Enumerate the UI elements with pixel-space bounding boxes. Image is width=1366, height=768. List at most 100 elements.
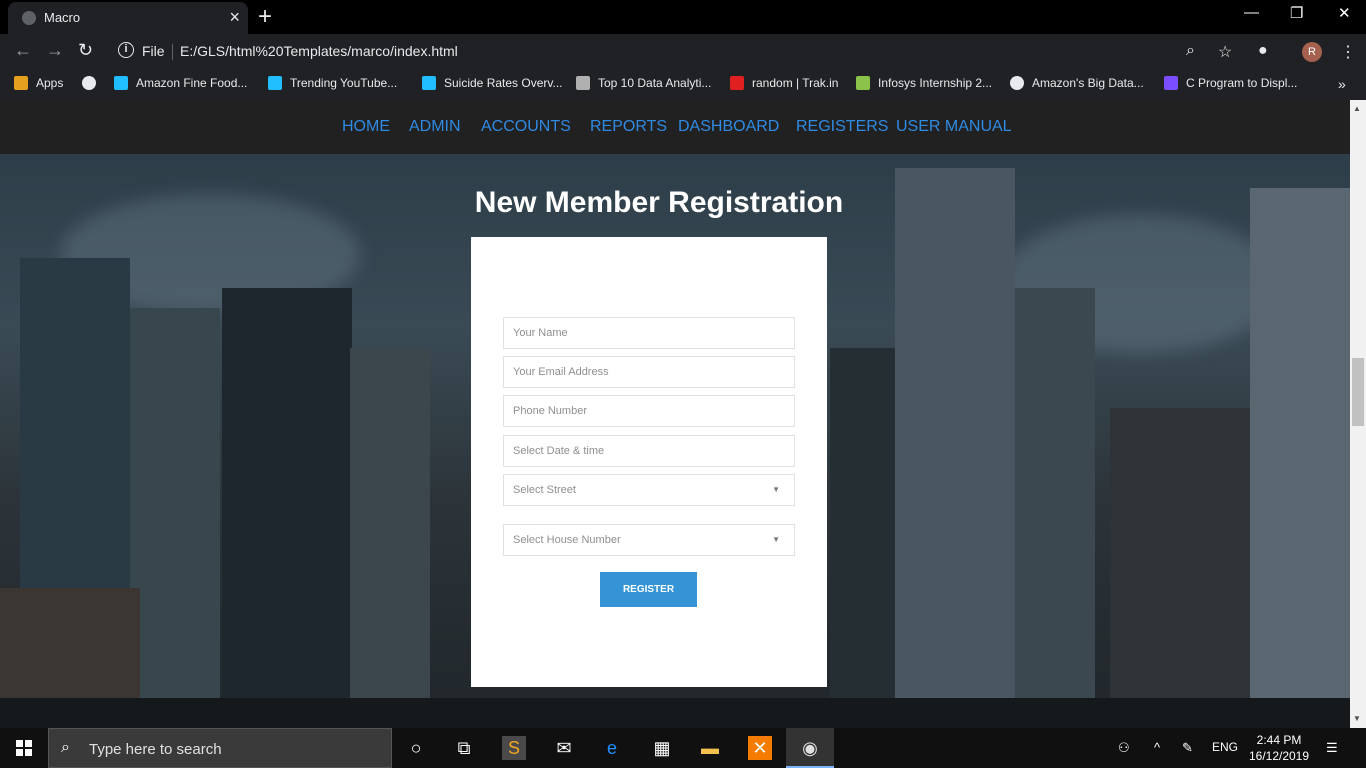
building [1015, 288, 1095, 728]
site-icon [1164, 76, 1178, 90]
bookmark-item[interactable]: Amazon Fine Food... [114, 76, 247, 90]
nav-reports[interactable]: REPORTS [590, 118, 667, 136]
nav-user-manual[interactable]: USER MANUAL [896, 118, 1012, 136]
globe-icon [1010, 76, 1024, 90]
building [350, 348, 430, 728]
xampp-icon[interactable]: ✕ [748, 736, 772, 760]
house-select-value: Select House Number [513, 534, 621, 546]
bookmark-item[interactable]: Suicide Rates Overv... [422, 76, 563, 90]
scroll-up-icon[interactable]: ▲ [1353, 104, 1361, 113]
bookmark-label: Amazon's Big Data... [1032, 76, 1144, 90]
bookmark-star-icon[interactable]: ☆ [1218, 42, 1232, 62]
page-title: New Member Registration [474, 186, 844, 219]
chevron-down-icon: ▼ [772, 535, 780, 544]
taskbar-search[interactable]: ⌕ Type here to search [48, 728, 392, 768]
page-viewport: HOME ADMIN ACCOUNTS REPORTS DASHBOARD RE… [0, 100, 1350, 728]
bookmark-label: Top 10 Data Analyti... [598, 76, 712, 90]
clock-date: 16/12/2019 [1248, 749, 1310, 763]
bookmarks-bar: Apps Amazon Fine Food... Trending YouTub… [0, 70, 1366, 100]
search-icon: ⌕ [61, 739, 70, 756]
show-hidden-icons-icon[interactable]: ^ [1154, 740, 1160, 755]
window-close-icon[interactable]: ✕ [1338, 4, 1351, 22]
back-icon[interactable]: ← [14, 40, 32, 61]
reload-icon[interactable]: ↻ [78, 40, 93, 61]
bookmark-item[interactable]: C Program to Displ... [1164, 76, 1297, 90]
pen-icon[interactable]: ✎ [1182, 740, 1193, 756]
nav-registers[interactable]: REGISTERS [796, 118, 888, 136]
registration-form: Your Name Your Email Address Phone Numbe… [471, 237, 827, 687]
chrome-icon: ◉ [802, 738, 818, 758]
bookmark-item[interactable]: Top 10 Data Analyti... [576, 76, 711, 90]
bookmark-globe[interactable] [82, 76, 104, 90]
cortana-icon[interactable]: ○ [404, 736, 428, 760]
chevron-down-icon: ▼ [772, 485, 780, 494]
mail-icon[interactable]: ✉ [552, 736, 576, 760]
site-icon [856, 76, 870, 90]
more-bookmarks-icon[interactable]: » [1338, 76, 1346, 92]
bookmark-item[interactable]: Amazon's Big Data... [1010, 76, 1144, 90]
building [130, 308, 220, 728]
nav-admin[interactable]: ADMIN [409, 118, 461, 136]
globe-icon [22, 11, 36, 25]
building [1250, 188, 1350, 728]
bookmark-label: Infosys Internship 2... [878, 76, 993, 90]
nav-home[interactable]: HOME [342, 118, 390, 136]
kaggle-icon [114, 76, 128, 90]
browser-tab[interactable]: Macro × [8, 2, 248, 34]
building [222, 288, 352, 728]
datetime-input[interactable]: Select Date & time [503, 435, 795, 467]
close-tab-icon[interactable]: × [229, 7, 240, 28]
browser-toolbar: ← → ↻ i File E:/GLS/html%20Templates/mar… [0, 34, 1366, 70]
chrome-taskbar-button[interactable]: ◉ [786, 728, 834, 768]
people-icon[interactable]: ⚇ [1118, 740, 1130, 756]
nav-dashboard[interactable]: DASHBOARD [678, 118, 779, 136]
name-input[interactable]: Your Name [503, 317, 795, 349]
menu-kebab-icon[interactable]: ⋮ [1340, 42, 1356, 62]
windows-start-icon[interactable] [16, 740, 32, 756]
new-tab-button[interactable]: + [258, 3, 272, 31]
street-select[interactable]: Select Street ▼ [503, 474, 795, 506]
bookmark-label: Apps [36, 76, 64, 90]
bookmark-label: Trending YouTube... [290, 76, 398, 90]
bookmark-apps[interactable]: Apps [14, 76, 63, 90]
address-bar[interactable]: i File E:/GLS/html%20Templates/marco/ind… [108, 38, 1248, 66]
bookmark-item[interactable]: random | Trak.in [730, 76, 838, 90]
profile-avatar[interactable]: R [1302, 42, 1322, 62]
bookmark-item[interactable]: Infosys Internship 2... [856, 76, 992, 90]
notifications-icon[interactable]: ☰ [1326, 740, 1338, 756]
sublime-text-icon[interactable]: S [502, 736, 526, 760]
file-explorer-icon[interactable]: ▬ [698, 736, 722, 760]
street-select-value: Select Street [513, 484, 576, 496]
system-clock[interactable]: 2:44 PM 16/12/2019 [1248, 732, 1310, 764]
kaggle-icon [268, 76, 282, 90]
zoom-icon[interactable]: ⌕ [1186, 42, 1195, 60]
task-view-icon[interactable]: ⧉ [452, 736, 476, 760]
scroll-thumb[interactable] [1352, 358, 1364, 426]
hero-background: New Member Registration Your Name Your E… [0, 154, 1350, 728]
phone-input[interactable]: Phone Number [503, 395, 795, 427]
scroll-down-icon[interactable]: ▼ [1353, 714, 1361, 723]
site-icon [576, 76, 590, 90]
site-navigation: HOME ADMIN ACCOUNTS REPORTS DASHBOARD RE… [0, 100, 1350, 154]
trakin-icon [730, 76, 744, 90]
bookmark-label: Amazon Fine Food... [136, 76, 248, 90]
email-input[interactable]: Your Email Address [503, 356, 795, 388]
restore-icon[interactable]: ❐ [1290, 4, 1303, 22]
bookmark-label: Suicide Rates Overv... [444, 76, 563, 90]
edge-icon[interactable]: e [600, 736, 624, 760]
incognito-icon[interactable]: ● [1258, 42, 1268, 60]
info-icon[interactable]: i [118, 42, 134, 58]
forward-icon[interactable]: → [46, 40, 64, 61]
language-indicator[interactable]: ENG [1212, 740, 1238, 754]
bookmark-item[interactable]: Trending YouTube... [268, 76, 397, 90]
house-number-select[interactable]: Select House Number ▼ [503, 524, 795, 556]
store-icon[interactable]: ▦ [650, 736, 674, 760]
nav-accounts[interactable]: ACCOUNTS [481, 118, 571, 136]
minimize-icon[interactable]: — [1244, 4, 1259, 21]
register-button[interactable]: REGISTER [600, 572, 697, 607]
apps-grid-icon [14, 76, 28, 90]
tab-title: Macro [44, 10, 81, 25]
clock-time: 2:44 PM [1256, 733, 1302, 747]
url-text[interactable]: E:/GLS/html%20Templates/marco/index.html [180, 43, 458, 59]
file-label: File [142, 43, 165, 59]
